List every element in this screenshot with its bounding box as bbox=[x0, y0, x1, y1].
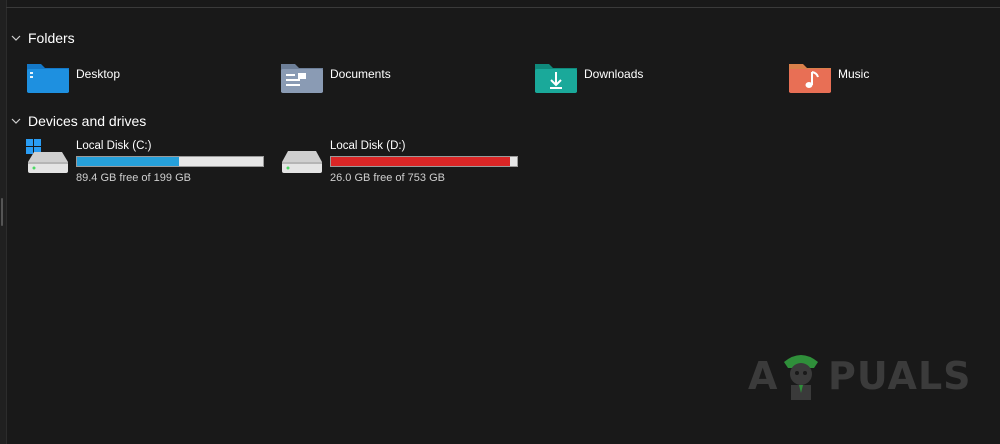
drive-label-c: Local Disk (C:) bbox=[76, 140, 152, 152]
watermark-text-right: PUALS bbox=[828, 354, 972, 398]
folder-item-music[interactable]: Music bbox=[788, 60, 869, 96]
folder-label-downloads: Downloads bbox=[584, 67, 644, 81]
header-divider bbox=[6, 7, 1000, 8]
pane-resize-handle[interactable] bbox=[1, 198, 3, 226]
drive-item-c[interactable]: Local Disk (C:) 89.4 GB free of 199 GB bbox=[26, 139, 276, 189]
chevron-down-icon[interactable] bbox=[10, 115, 22, 127]
drives-section-header[interactable]: Devices and drives bbox=[10, 111, 146, 131]
hard-drive-icon bbox=[282, 151, 322, 173]
folders-section-header[interactable]: Folders bbox=[10, 28, 75, 48]
folder-label-desktop: Desktop bbox=[76, 67, 121, 81]
folders-section-title: Folders bbox=[28, 30, 75, 46]
drives-section-title: Devices and drives bbox=[28, 113, 147, 129]
drive-item-d[interactable]: Local Disk (D:) 26.0 GB free of 753 GB bbox=[280, 139, 530, 189]
file-explorer-window: Folders Desktop Documents Downloads Musi… bbox=[0, 0, 1000, 444]
drive-usage-fill-d bbox=[331, 157, 511, 166]
music-folder-icon bbox=[789, 64, 831, 93]
drive-free-text-c: 89.4 GB free of 199 GB bbox=[76, 172, 191, 184]
chevron-down-icon[interactable] bbox=[10, 32, 22, 44]
folder-label-music: Music bbox=[838, 67, 870, 81]
folder-item-downloads[interactable]: Downloads bbox=[534, 60, 643, 96]
desktop-folder-icon bbox=[27, 64, 69, 93]
mascot-logo-icon bbox=[784, 355, 818, 400]
navigation-pane-edge bbox=[0, 0, 7, 444]
folder-item-desktop[interactable]: Desktop bbox=[26, 60, 120, 96]
drive-usage-bar-c bbox=[76, 156, 264, 167]
drive-free-text-d: 26.0 GB free of 753 GB bbox=[330, 172, 445, 184]
folder-item-documents[interactable]: Documents bbox=[280, 60, 391, 96]
folder-label-documents: Documents bbox=[330, 67, 391, 81]
downloads-folder-icon bbox=[535, 64, 577, 93]
drive-usage-fill-c bbox=[77, 157, 180, 166]
watermark-text-left: A bbox=[748, 354, 779, 398]
appuals-watermark: A PUALS bbox=[748, 350, 971, 402]
drive-usage-bar-d bbox=[330, 156, 518, 167]
windows-drive-icon bbox=[26, 139, 68, 173]
drive-label-d: Local Disk (D:) bbox=[330, 140, 406, 152]
documents-folder-icon bbox=[281, 64, 323, 93]
